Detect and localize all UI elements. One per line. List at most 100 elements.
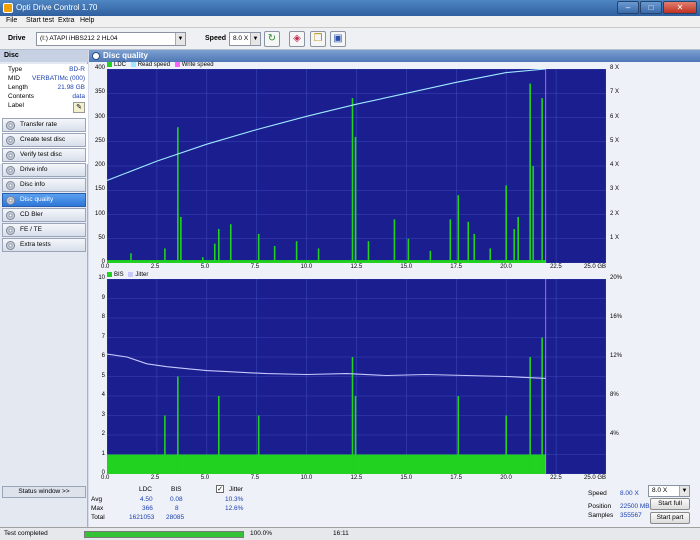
nav-extra-tests[interactable]: Extra tests xyxy=(2,238,86,252)
disc-contents-key: Contents xyxy=(8,93,35,100)
ldc-spike xyxy=(541,98,543,263)
ldc-baseline-area xyxy=(107,260,546,263)
disc-quality-panel: Disc quality LDC Read speed Write speed … xyxy=(89,50,700,527)
menu-bar: File Start test Extra Help xyxy=(0,16,700,28)
progress-fill xyxy=(85,532,243,537)
disc-icon xyxy=(6,121,15,130)
status-bar: Test completed 100.0% 16:11 xyxy=(0,527,700,540)
window-title: Opti Drive Control 1.70 xyxy=(16,3,98,12)
drive-select-value: (I:) ATAPI iHBS212 2 HL04 xyxy=(40,35,118,42)
ldc-spike xyxy=(407,238,410,263)
ldc-spike xyxy=(354,136,357,263)
close-button[interactable]: ✕ xyxy=(663,1,697,14)
y-tick-label: 300 xyxy=(94,113,105,120)
save-icon[interactable]: ▣ xyxy=(330,31,346,47)
disc-length-key: Length xyxy=(8,84,28,91)
y-tick-label: 200 xyxy=(94,162,105,168)
ldc-spike xyxy=(317,248,320,263)
ldc-spike xyxy=(130,253,132,263)
nav-label: Extra tests xyxy=(20,241,51,248)
y-tick-label: 8 xyxy=(101,314,105,320)
nav-create-test-disc[interactable]: Create test disc xyxy=(2,133,86,147)
stats-max-jitter: 12.6% xyxy=(225,505,244,512)
nav-label: Transfer rate xyxy=(20,121,57,128)
start-part-button[interactable]: Start part xyxy=(650,512,690,524)
x-tick-label: 12.5 xyxy=(350,264,363,270)
ldc-spike xyxy=(393,219,396,263)
y-tick-label: 4 xyxy=(101,392,105,398)
speed-label: Speed xyxy=(205,35,227,42)
ldc-chart-svg xyxy=(106,68,607,264)
x-tick-label: 5.0 xyxy=(200,475,210,481)
nav-transfer-rate[interactable]: Transfer rate xyxy=(2,118,86,132)
nav-label: Verify test disc xyxy=(20,151,62,158)
start-full-button[interactable]: Start full xyxy=(650,498,690,510)
chevron-down-icon: ▼ xyxy=(250,33,260,45)
nav-label: Disc quality xyxy=(20,196,54,203)
x-tick-label: 7.5 xyxy=(250,475,260,481)
refresh-icon[interactable]: ↻ xyxy=(264,31,280,47)
y-tick-label: 250 xyxy=(94,137,105,144)
speed-select-value: 8.0 X xyxy=(233,35,249,42)
ldc-spike xyxy=(295,241,298,263)
menu-file[interactable]: File xyxy=(6,17,17,24)
erase-icon[interactable]: ◈ xyxy=(289,31,305,47)
x-tick-label: 7.5 xyxy=(250,264,260,270)
y-tick-label: 9 xyxy=(101,294,105,301)
bis-baseline-area xyxy=(107,454,546,474)
nav-fe-te[interactable]: FE / TE xyxy=(2,223,86,237)
ldc-spike xyxy=(164,248,166,263)
jitter-legend-swatch xyxy=(128,272,134,277)
drive-label: Drive xyxy=(8,35,26,42)
read-speed-legend-label: Read speed xyxy=(137,62,171,69)
stats-max-label: Max xyxy=(91,505,104,512)
disc-icon xyxy=(6,151,15,160)
label-edit-icon[interactable]: ✎ xyxy=(73,102,85,113)
stats-avg-label: Avg xyxy=(91,496,103,503)
write-speed-legend-label: Write speed xyxy=(181,62,214,69)
ldc-chart xyxy=(106,68,607,264)
ldc-legend-label: LDC xyxy=(114,62,127,69)
ldc-legend-swatch xyxy=(107,62,112,67)
nav-disc-info[interactable]: Disc info xyxy=(2,178,86,192)
status-window-button[interactable]: Status window >> xyxy=(2,486,86,498)
ldc-legend: LDC Read speed Write speed xyxy=(107,62,214,68)
menu-extra[interactable]: Extra xyxy=(58,17,74,24)
nav-label: CD Bler xyxy=(20,211,43,218)
samples-label: Samples xyxy=(588,512,614,519)
progress-bar xyxy=(84,531,244,538)
nav-cd-bler[interactable]: CD Bler xyxy=(2,208,86,222)
ldc-spike xyxy=(513,229,515,263)
jitter-checkbox[interactable]: ✓ xyxy=(216,485,224,493)
ldc-spike xyxy=(517,216,519,263)
ldc-spike xyxy=(529,83,531,263)
nav-drive-info[interactable]: Drive info xyxy=(2,163,86,177)
menu-start-test[interactable]: Start test xyxy=(26,17,54,24)
x-tick-label: 25.0 GB xyxy=(584,475,607,481)
maximize-button[interactable]: □ xyxy=(640,1,662,14)
stats-col-jitter: Jitter xyxy=(229,486,244,493)
disc-type-value: BD-R xyxy=(69,66,85,73)
status-time: 16:11 xyxy=(333,530,349,537)
menu-help[interactable]: Help xyxy=(80,17,94,24)
bis-legend: BIS Jitter xyxy=(107,272,148,278)
stats-total-ldc: 1621053 xyxy=(129,514,155,521)
nav-verify-test-disc[interactable]: Verify test disc xyxy=(2,148,86,162)
x-tick-label: 17.5 xyxy=(450,264,462,270)
x-tick-label: 5.0 xyxy=(200,264,210,270)
nav-label: Disc info xyxy=(20,181,45,188)
result-speed-select[interactable]: 8.0 X ▼ xyxy=(648,485,690,497)
y-tick-label: 50 xyxy=(98,234,105,241)
minimize-button[interactable]: – xyxy=(617,1,639,14)
drive-select[interactable]: (I:) ATAPI iHBS212 2 HL04 ▼ xyxy=(36,32,186,46)
read-speed-line xyxy=(106,68,546,182)
copy-icon[interactable]: ❐ xyxy=(310,31,326,47)
panel-header: Disc quality xyxy=(89,50,700,62)
disc-contents-value: data xyxy=(72,93,85,100)
nav-disc-quality[interactable]: Disc quality xyxy=(2,193,86,207)
disc-mid-key: MID xyxy=(8,75,20,82)
y2-tick-label: 2 X xyxy=(610,210,620,217)
speed-select[interactable]: 8.0 X ▼ xyxy=(229,32,261,46)
y-tick-label: 5 xyxy=(101,372,105,379)
ldc-spike xyxy=(213,243,216,263)
